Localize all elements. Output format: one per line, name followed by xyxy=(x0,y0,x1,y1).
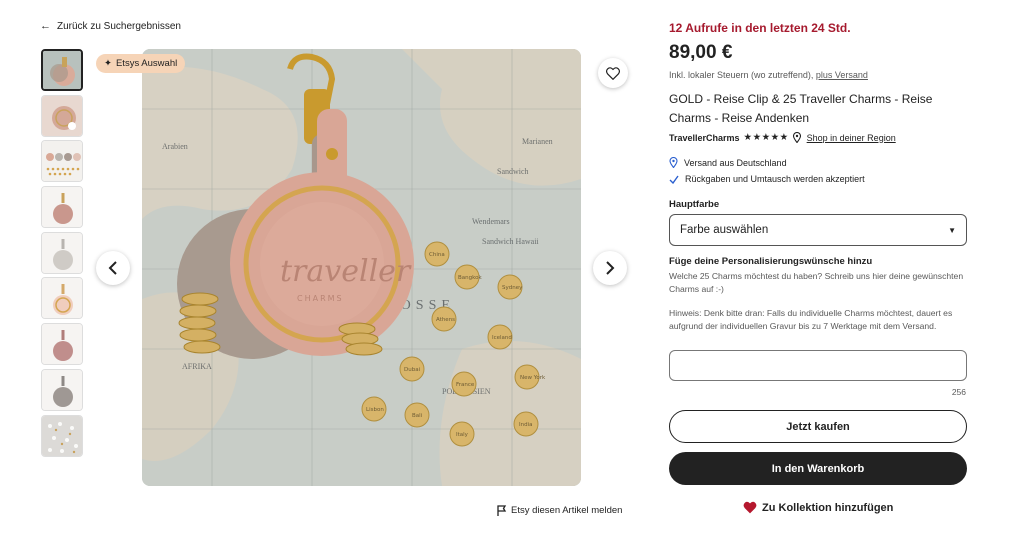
thumbnail-1[interactable] xyxy=(41,49,83,91)
thumbnail-2[interactable] xyxy=(41,94,83,137)
shipping-origin: Versand aus Deutschland xyxy=(669,157,787,168)
chevron-right-icon xyxy=(606,261,615,275)
svg-text:AFRIKA: AFRIKA xyxy=(182,362,212,371)
thumbnail-image xyxy=(42,141,82,182)
svg-text:France: France xyxy=(456,382,475,388)
thumbnail-strip xyxy=(41,49,85,460)
svg-text:Wendemars: Wendemars xyxy=(472,217,510,226)
thumbnail-4[interactable] xyxy=(41,186,83,229)
thumbnail-image xyxy=(42,369,82,410)
returns-info: Rückgaben und Umtausch werden akzeptiert xyxy=(669,174,865,184)
add-to-cart-button[interactable]: In den Warenkorb xyxy=(669,452,967,485)
thumbnail-image xyxy=(42,415,82,456)
buy-now-button[interactable]: Jetzt kaufen xyxy=(669,410,967,443)
returns-label: Rückgaben und Umtausch werden akzeptiert xyxy=(685,174,865,184)
character-counter: 256 xyxy=(951,387,966,397)
svg-text:CHARMS: CHARMS xyxy=(297,294,344,303)
thumbnail-6[interactable] xyxy=(41,277,83,320)
svg-text:Arabien: Arabien xyxy=(162,142,188,151)
price: 89,00 € xyxy=(669,42,733,63)
tax-info: Inkl. lokaler Steuern (wo zutreffend), p… xyxy=(669,70,868,80)
svg-text:Dubai: Dubai xyxy=(404,367,421,373)
shop-name[interactable]: TravellerCharms xyxy=(669,133,740,143)
thumbnail-8[interactable] xyxy=(41,368,83,411)
thumbnail-7[interactable] xyxy=(41,323,83,366)
heart-filled-icon xyxy=(743,501,757,514)
color-select-value: Farbe auswählen xyxy=(680,224,769,236)
svg-text:Lisbon: Lisbon xyxy=(366,407,384,413)
views-count: 12 Aufrufe in den letzten 24 Std. xyxy=(669,21,851,35)
shop-region-link[interactable]: Shop in deiner Region xyxy=(807,133,896,143)
report-item-link[interactable]: Etsy diesen Artikel melden xyxy=(497,505,622,516)
tax-text: Inkl. lokaler Steuern (wo zutreffend), xyxy=(669,70,816,80)
checkmark-icon xyxy=(669,175,679,184)
etsy-pick-badge: ✦ Etsys Auswahl xyxy=(96,54,186,73)
color-label: Hauptfarbe xyxy=(669,199,720,210)
location-pin-icon xyxy=(792,132,801,143)
next-image-button[interactable] xyxy=(593,251,627,285)
product-title: GOLD - Reise Clip & 25 Traveller Charms … xyxy=(669,92,933,125)
shop-info: TravellerCharms ★★★★★ Shop in deiner Reg… xyxy=(669,132,896,143)
svg-text:Italy: Italy xyxy=(456,432,469,438)
product-main-image[interactable]: Marianen Sandwich Wendemars Sandwich Hawai… xyxy=(142,49,581,486)
arrow-left-icon: ← xyxy=(40,20,51,32)
add-to-collection-label: Zu Kollektion hinzufügen xyxy=(762,501,894,514)
thumbnail-image xyxy=(42,187,82,228)
personalization-label: Füge deine Personalisierungswünsche hinz… xyxy=(669,256,873,267)
thumbnail-image xyxy=(42,95,82,136)
shipping-link[interactable]: plus Versand xyxy=(816,70,868,80)
personalization-hint: Hinweis: Denk bitte dran: Falls du indiv… xyxy=(669,308,953,331)
product-photo: Marianen Sandwich Wendemars Sandwich Hawai… xyxy=(142,49,581,486)
location-icon xyxy=(669,157,678,168)
dropdown-caret-icon: ▼ xyxy=(948,225,956,235)
badge-label: Etsys Auswahl xyxy=(115,58,178,69)
svg-text:China: China xyxy=(429,252,445,258)
star-rating: ★★★★★ xyxy=(743,132,789,143)
svg-text:Iceland: Iceland xyxy=(492,335,512,341)
thumbnail-3[interactable] xyxy=(41,140,83,183)
back-link-label: Zurück zu Suchergebnissen xyxy=(57,20,181,32)
favorite-button[interactable] xyxy=(598,58,628,88)
svg-text:Bali: Bali xyxy=(412,413,423,419)
sparkle-icon: ✦ xyxy=(104,58,112,69)
shipping-origin-label: Versand aus Deutschland xyxy=(684,157,787,168)
thumbnail-image xyxy=(42,232,82,273)
thumbnail-image xyxy=(42,278,82,319)
svg-text:India: India xyxy=(519,422,533,428)
flag-icon xyxy=(497,505,507,516)
svg-text:Athens: Athens xyxy=(436,317,455,323)
report-label: Etsy diesen Artikel melden xyxy=(511,505,623,516)
heart-outline-icon xyxy=(606,66,620,80)
svg-text:Sandwich Hawaii: Sandwich Hawaii xyxy=(482,237,539,246)
back-to-results-link[interactable]: ← Zurück zu Suchergebnissen xyxy=(40,20,181,32)
personalization-instructions: Welche 25 Charms möchtest du haben? Schr… xyxy=(669,271,964,294)
chevron-left-icon xyxy=(108,261,117,275)
previous-image-button[interactable] xyxy=(96,251,130,285)
thumbnail-5[interactable] xyxy=(41,231,83,274)
add-to-collection-button[interactable]: Zu Kollektion hinzufügen xyxy=(743,501,893,514)
svg-text:Sydney: Sydney xyxy=(502,285,523,291)
svg-text:traveller: traveller xyxy=(280,254,412,289)
thumbnail-9[interactable] xyxy=(41,414,83,457)
svg-text:Sandwich: Sandwich xyxy=(497,167,529,176)
svg-text:New York: New York xyxy=(520,375,546,381)
thumbnail-image xyxy=(43,51,81,89)
personalization-textarea[interactable] xyxy=(669,350,967,381)
svg-text:Bangkok: Bangkok xyxy=(458,275,482,281)
svg-text:Marianen: Marianen xyxy=(522,137,553,146)
color-select[interactable]: Farbe auswählen ▼ xyxy=(669,214,967,246)
thumbnail-image xyxy=(42,324,82,365)
